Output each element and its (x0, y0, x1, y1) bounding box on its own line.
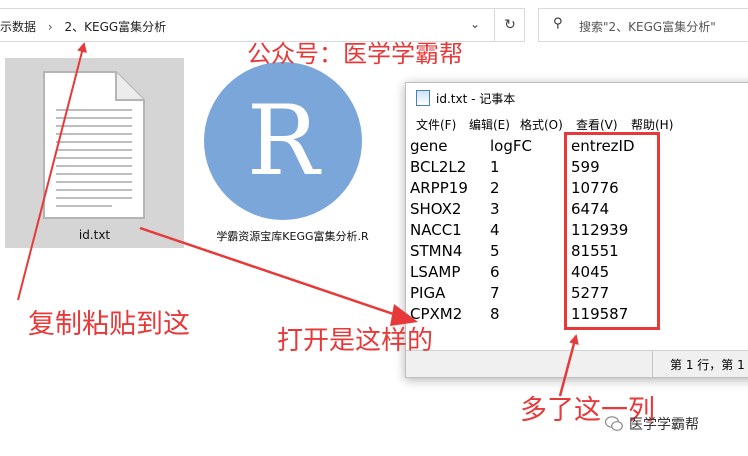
annotation-top: 公众号：医学学霸帮 (247, 40, 463, 68)
watermark-text: 医学学霸帮 (629, 417, 699, 433)
annotation-open: 打开是这样的 (277, 326, 434, 356)
annotation-copy: 复制粘贴到这 (28, 309, 190, 340)
arrow-to-column (558, 334, 579, 397)
arrow-to-folder (17, 42, 87, 301)
wechat-icon (605, 416, 623, 431)
watermark: 医学学霸帮 (605, 414, 699, 434)
